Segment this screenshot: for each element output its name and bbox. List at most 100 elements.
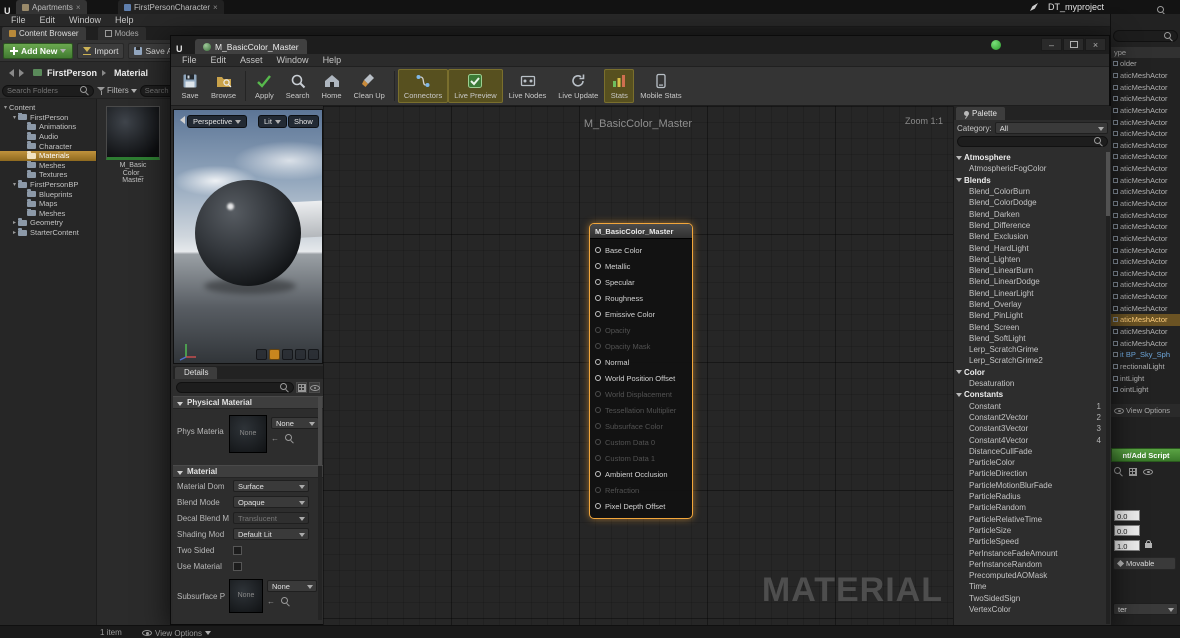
- live-preview-toggle-button[interactable]: Live Preview: [448, 69, 503, 103]
- eye-icon[interactable]: [309, 382, 320, 393]
- parent-class-select[interactable]: ter: [1113, 603, 1178, 615]
- palette-item[interactable]: Blend_PinLight: [954, 310, 1105, 321]
- palette-item[interactable]: Blend_ColorDodge: [954, 197, 1105, 208]
- pin-circle-icon[interactable]: [595, 279, 601, 285]
- palette-item[interactable]: Desaturation: [954, 378, 1105, 389]
- outliner-row[interactable]: ointLight: [1111, 384, 1180, 396]
- lit-dropdown[interactable]: Lit: [258, 115, 287, 128]
- asset-m-basiccolor-master[interactable]: M_Basic Color_ Master: [102, 106, 164, 185]
- folder-tree-item[interactable]: Meshes: [0, 209, 96, 219]
- restore-button[interactable]: [1063, 38, 1084, 51]
- material-pin[interactable]: World Position Offset: [590, 370, 692, 386]
- material-pin[interactable]: Refraction: [590, 482, 692, 498]
- outliner-row[interactable]: aticMeshActor: [1111, 174, 1180, 186]
- save-button[interactable]: Save: [175, 69, 205, 103]
- node-title[interactable]: M_BasicColor_Master: [590, 224, 692, 239]
- expander-arrow-icon[interactable]: ▸: [11, 229, 18, 236]
- pin-circle-icon[interactable]: [595, 471, 601, 477]
- palette-item[interactable]: Blend_Darken: [954, 208, 1105, 219]
- outliner-row[interactable]: aticMeshActor: [1111, 268, 1180, 280]
- expander-arrow-icon[interactable]: ▾: [11, 114, 18, 121]
- palette-item[interactable]: Blend_LinearDodge: [954, 276, 1105, 287]
- palette-item[interactable]: Blend_Lighten: [954, 254, 1105, 265]
- pin-circle-icon[interactable]: [595, 263, 601, 269]
- use-selected-icon[interactable]: [267, 598, 275, 606]
- use-selected-icon[interactable]: [271, 435, 279, 443]
- shading-model-select[interactable]: Default Lit: [233, 528, 309, 540]
- material-pin[interactable]: Custom Data 1: [590, 450, 692, 466]
- outliner-row[interactable]: aticMeshActor: [1111, 244, 1180, 256]
- close-icon[interactable]: [76, 3, 81, 12]
- pin-circle-icon[interactable]: [595, 359, 601, 365]
- outliner-row[interactable]: aticMeshActor: [1111, 186, 1180, 198]
- search-folders-input[interactable]: [7, 86, 78, 95]
- transform-y-field[interactable]: 0.0: [1114, 525, 1140, 536]
- add-new-button[interactable]: Add New: [3, 43, 73, 59]
- tab-firstpersoncharacter[interactable]: FirstPersonCharacter: [118, 0, 224, 14]
- outliner-row[interactable]: aticMeshActor: [1111, 233, 1180, 245]
- transform-scale-field[interactable]: 1.0: [1114, 540, 1140, 551]
- phys-material-select[interactable]: None: [271, 417, 319, 429]
- source-control-status-icon[interactable]: [991, 40, 1001, 50]
- palette-item[interactable]: TwoSidedSign: [954, 593, 1105, 604]
- pin-circle-icon[interactable]: [595, 343, 601, 349]
- pin-circle-icon[interactable]: [595, 375, 601, 381]
- folder-tree-item[interactable]: ▾ FirstPersonBP: [0, 180, 96, 190]
- folder-tree-item[interactable]: Blueprints: [0, 189, 96, 199]
- palette-item[interactable]: PerInstanceFadeAmount: [954, 547, 1105, 558]
- folder-tree-item[interactable]: Maps: [0, 199, 96, 209]
- blend-mode-select[interactable]: Opaque: [233, 496, 309, 508]
- folder-tree-item[interactable]: ▾ FirstPerson: [0, 113, 96, 123]
- translate-icon[interactable]: [256, 349, 267, 360]
- material-pin[interactable]: Base Color: [590, 242, 692, 258]
- material-editor-title-bar[interactable]: M_BasicColor_Master: [171, 36, 1109, 54]
- eye-icon[interactable]: [1143, 469, 1153, 475]
- material-pin[interactable]: Custom Data 0: [590, 434, 692, 450]
- outliner-row[interactable]: aticMeshActor: [1111, 70, 1180, 82]
- outliner-row[interactable]: it BP_Sky_Sph: [1111, 349, 1180, 361]
- preview-viewport[interactable]: Perspective Lit Show: [173, 109, 323, 364]
- browse-to-asset-icon[interactable]: [285, 434, 294, 443]
- material-graph[interactable]: M_BasicColor_Master Zoom 1:1 M_BasicColo…: [323, 106, 953, 626]
- tab-palette[interactable]: Palette: [956, 107, 1005, 120]
- add-script-button[interactable]: nt/Add Script: [1111, 448, 1180, 462]
- material-pin[interactable]: World Displacement: [590, 386, 692, 402]
- material-pin[interactable]: Normal: [590, 354, 692, 370]
- expander-arrow-icon[interactable]: ▾: [11, 181, 18, 188]
- outliner-row[interactable]: intLight: [1111, 372, 1180, 384]
- palette-item[interactable]: Lerp_ScratchGrime: [954, 344, 1105, 355]
- outliner-row[interactable]: aticMeshActor: [1111, 209, 1180, 221]
- outliner-row[interactable]: aticMeshActor: [1111, 151, 1180, 163]
- pin-circle-icon[interactable]: [595, 407, 601, 413]
- palette-search-input[interactable]: [962, 137, 1092, 146]
- palette-item[interactable]: Blend_Screen: [954, 321, 1105, 332]
- subsurface-select[interactable]: None: [267, 580, 317, 592]
- palette-item[interactable]: Blend_HardLight: [954, 242, 1105, 253]
- live-update-toggle-button[interactable]: Live Update: [552, 69, 604, 103]
- details-scrollbar[interactable]: [318, 396, 322, 620]
- folder-tree-item[interactable]: ▸ StarterContent: [0, 228, 96, 238]
- folder-tree-item[interactable]: Animations: [0, 122, 96, 132]
- palette-item[interactable]: Atmosphere: [954, 152, 1105, 163]
- forward-icon[interactable]: [19, 69, 28, 77]
- expander-arrow-icon[interactable]: ▾: [2, 104, 9, 111]
- material-domain-select[interactable]: Surface: [233, 480, 309, 492]
- transform-x-field[interactable]: 0.0: [1114, 510, 1140, 521]
- live-nodes-toggle-button[interactable]: Live Nodes: [503, 69, 553, 103]
- palette-item[interactable]: Blend_LinearBurn: [954, 265, 1105, 276]
- minimize-button[interactable]: [1041, 38, 1062, 51]
- folder-tree-item[interactable]: Materials: [0, 151, 96, 161]
- mobile-stats-toggle-button[interactable]: Mobile Stats: [634, 69, 687, 103]
- use-material-attributes-checkbox[interactable]: [233, 562, 242, 571]
- outliner-row[interactable]: rectionalLight: [1111, 361, 1180, 373]
- palette-item[interactable]: Blend_Difference: [954, 220, 1105, 231]
- menu-item[interactable]: File: [175, 55, 204, 65]
- tab-modes[interactable]: Modes: [98, 27, 146, 40]
- mobility-movable-button[interactable]: Movable: [1113, 557, 1176, 570]
- tab-details[interactable]: Details: [175, 367, 217, 379]
- search-button[interactable]: Search: [280, 69, 316, 103]
- folder-tree-item[interactable]: Textures: [0, 170, 96, 180]
- tab-apartments[interactable]: Apartments: [16, 0, 87, 14]
- outliner-row[interactable]: aticMeshActor: [1111, 105, 1180, 117]
- folder-tree-item[interactable]: Meshes: [0, 161, 96, 171]
